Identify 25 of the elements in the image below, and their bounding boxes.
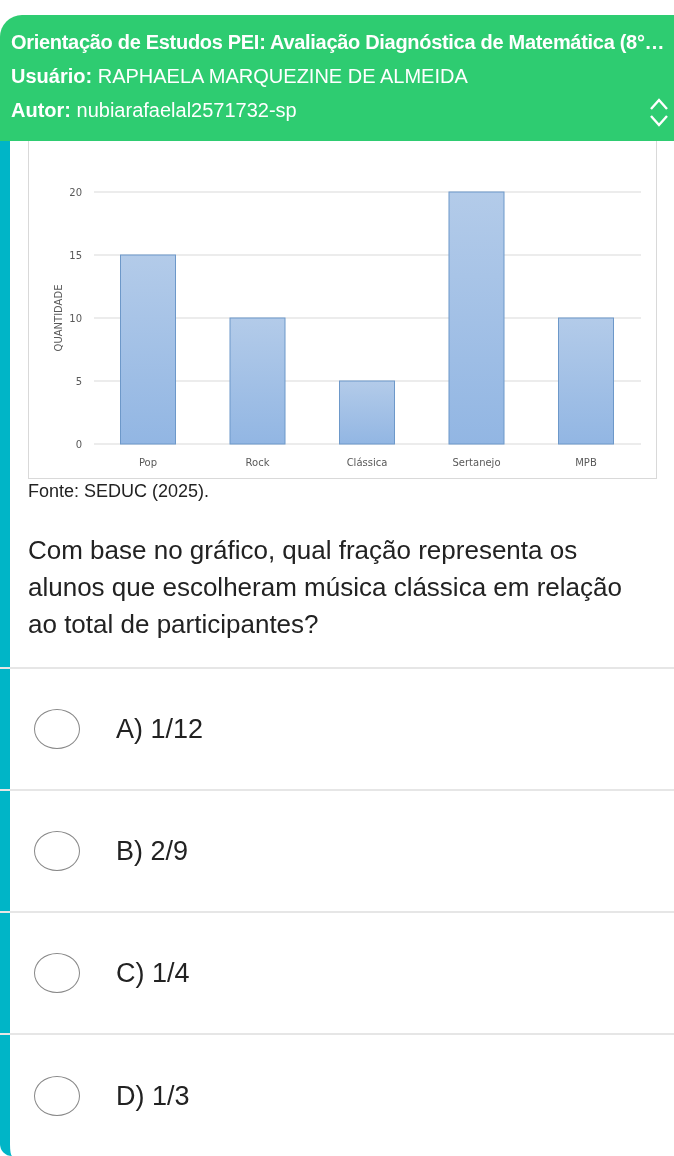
quiz-title: Orientação de Estudos PEI: Avaliação Diagnóstica de Matemática (8°… — [11, 31, 666, 54]
author-line: Autor: nubiarafaelal2571732-sp — [11, 99, 298, 122]
x-tick-label: Sertanejo — [452, 457, 501, 468]
y-tick-label: 10 — [69, 313, 82, 324]
y-tick-label: 20 — [69, 187, 82, 198]
bar — [339, 380, 395, 445]
option-label: A) 1/12 — [116, 713, 204, 745]
x-tick-label: Clássica — [346, 457, 388, 468]
answer-option[interactable]: A) 1/12 — [0, 669, 674, 791]
answer-option[interactable]: C) 1/4 — [0, 913, 674, 1035]
x-tick-label: Rock — [245, 457, 270, 468]
user-line: Usuário: RAPHAELA MARQUEZINE DE ALMEIDA — [11, 65, 469, 88]
x-tick-label: MPB — [575, 457, 597, 468]
answer-option[interactable]: D) 1/3 — [0, 1035, 674, 1156]
x-tick-label: Pop — [138, 457, 158, 468]
source-caption: Fonte: SEDUC (2025). — [28, 481, 211, 502]
answer-option[interactable]: B) 2/9 — [0, 791, 674, 913]
y-tick-label: 5 — [75, 376, 82, 387]
option-label: D) 1/3 — [116, 1080, 190, 1112]
option-label: C) 1/4 — [116, 957, 190, 989]
y-tick-label: 0 — [75, 439, 82, 450]
y-axis-label: QUANTIDADE — [53, 284, 64, 352]
option-label: B) 2/9 — [116, 835, 189, 867]
question-text: Com base no gráfico, qual fração representa os alunos que escolheram música clássica em relação ao total de participantes? — [28, 534, 623, 641]
y-tick-label: 15 — [69, 250, 82, 261]
